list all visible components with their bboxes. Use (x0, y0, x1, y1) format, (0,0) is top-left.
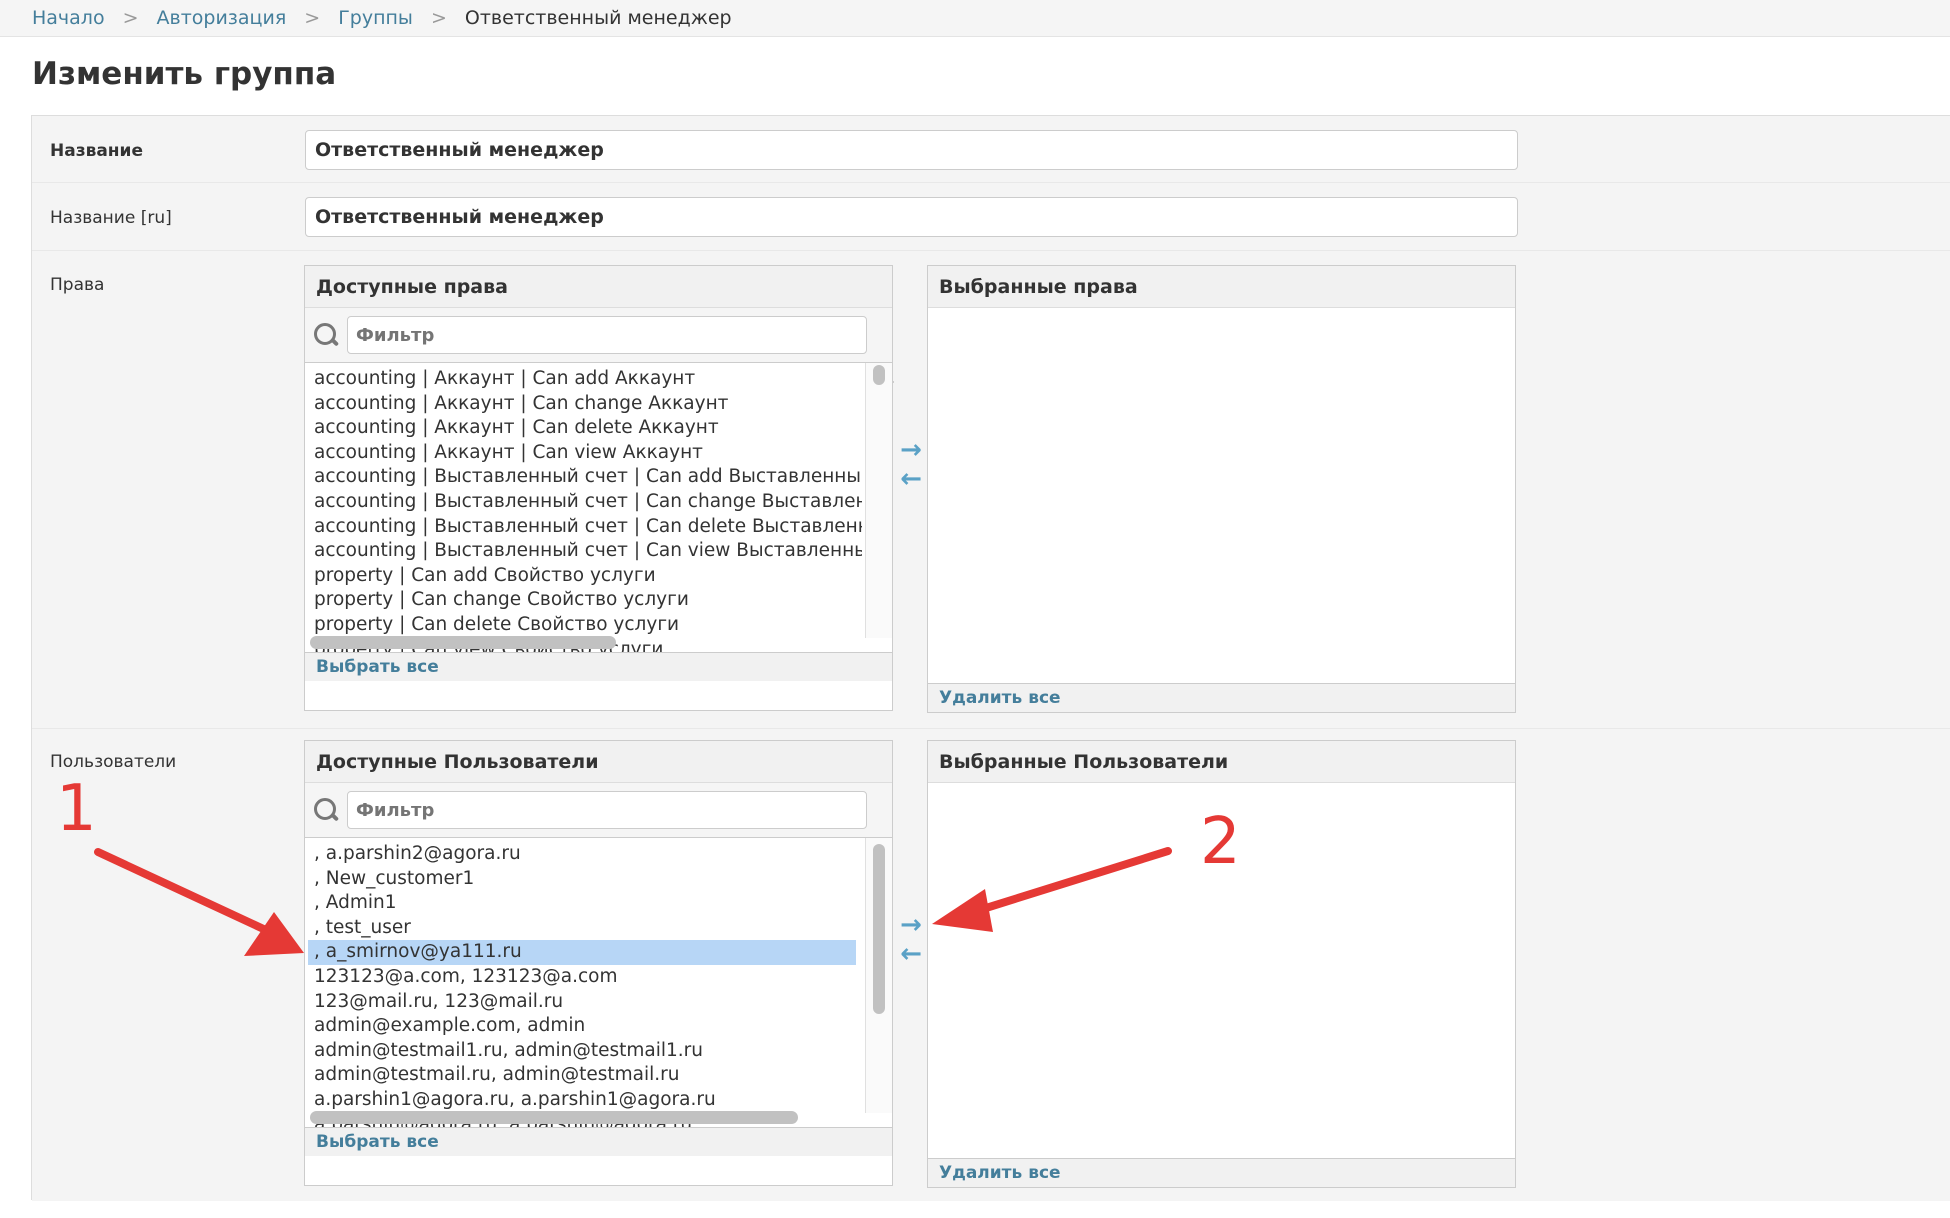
annotation-overlay (94, 847, 1172, 956)
annotation-number-1: 1 (56, 772, 97, 846)
annotation-arrow-1 (94, 848, 304, 956)
annotation-number-2: 2 (1200, 805, 1241, 879)
annotation-arrow-2 (932, 847, 1172, 932)
